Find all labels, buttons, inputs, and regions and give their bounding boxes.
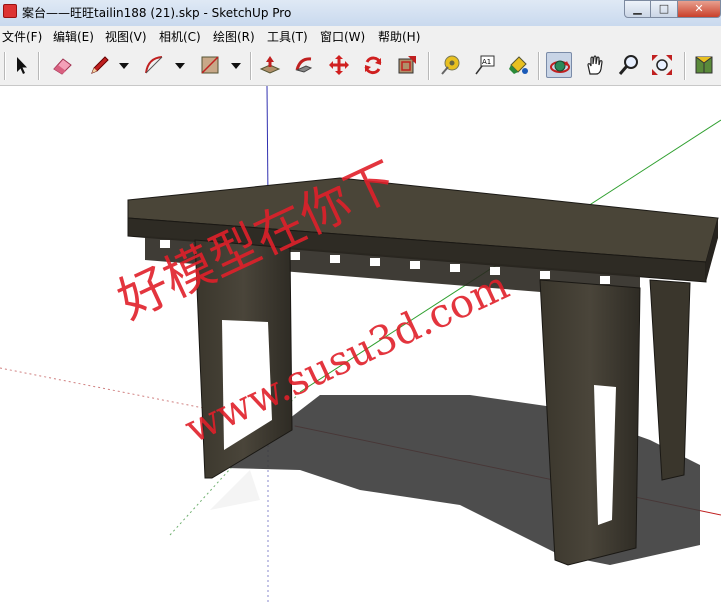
shadow-gap bbox=[210, 470, 260, 510]
menu-camera[interactable]: 相机(C) bbox=[159, 28, 201, 45]
window-title: 案台——旺旺tailin188 (21).skp - SketchUp Pro bbox=[22, 6, 292, 20]
pencil-tool[interactable] bbox=[86, 52, 112, 78]
eraser-icon bbox=[53, 58, 72, 75]
orbit-icon bbox=[550, 60, 570, 73]
paint-bucket-tool[interactable] bbox=[505, 52, 531, 78]
title-bar: 案台——旺旺tailin188 (21).skp - SketchUp Pro … bbox=[0, 0, 721, 26]
large-tool-set-toolbar: A1 bbox=[0, 44, 721, 86]
arc-icon bbox=[145, 56, 163, 74]
push-pull-icon bbox=[259, 56, 281, 74]
menu-window[interactable]: 窗口(W) bbox=[320, 28, 365, 45]
zoom-tool[interactable] bbox=[616, 52, 642, 78]
toolbar-separator bbox=[250, 52, 252, 80]
drawing-viewport[interactable]: 好模型在你下 www.susu3d.com bbox=[0, 86, 721, 604]
zoom-extents-tool[interactable] bbox=[649, 52, 675, 78]
menu-draw[interactable]: 绘图(R) bbox=[213, 28, 255, 45]
follow-me-icon bbox=[295, 57, 313, 73]
minimize-button[interactable]: ▁ bbox=[624, 0, 651, 18]
arrow-cursor-icon bbox=[17, 57, 27, 74]
blue-axis bbox=[266, 86, 269, 201]
toolbar-separator bbox=[428, 52, 430, 80]
paint-bucket-icon bbox=[509, 56, 528, 74]
magnifier-icon bbox=[618, 55, 638, 75]
toolbar-separator bbox=[538, 52, 540, 80]
maximize-button[interactable]: □ bbox=[650, 0, 678, 18]
offset-tool[interactable] bbox=[394, 52, 420, 78]
follow-me-tool[interactable] bbox=[292, 52, 318, 78]
close-button[interactable]: ✕ bbox=[677, 0, 721, 18]
tape-measure-tool[interactable] bbox=[437, 52, 463, 78]
text-tool[interactable]: A1 bbox=[471, 52, 497, 78]
menu-file[interactable]: 文件(F) bbox=[2, 28, 42, 45]
3d-warehouse-tool[interactable] bbox=[691, 52, 717, 78]
front-right-leg bbox=[539, 279, 641, 566]
sketchup-app-icon[interactable] bbox=[3, 4, 17, 18]
pencil-icon bbox=[91, 56, 109, 74]
toolbar-separator bbox=[684, 52, 686, 80]
orbit-tool[interactable] bbox=[546, 52, 572, 78]
pan-tool[interactable] bbox=[582, 52, 608, 78]
rotate-tool[interactable] bbox=[360, 52, 386, 78]
menu-bar: 文件(F) 编辑(E) 视图(V) 相机(C) 绘图(R) 工具(T) 窗口(W… bbox=[0, 26, 721, 44]
hand-icon bbox=[587, 55, 603, 75]
rectangle-tool[interactable] bbox=[197, 52, 223, 78]
pencil-dropdown-icon[interactable] bbox=[118, 61, 130, 71]
warehouse-icon bbox=[695, 56, 713, 74]
rotate-icon bbox=[364, 56, 382, 75]
eraser-tool[interactable] bbox=[49, 52, 75, 78]
arc-tool[interactable] bbox=[141, 52, 167, 78]
offset-icon bbox=[398, 56, 416, 74]
menu-help[interactable]: 帮助(H) bbox=[378, 28, 420, 45]
toolbar-grip bbox=[4, 52, 6, 80]
tape-measure-icon bbox=[441, 55, 460, 75]
move-arrows-icon bbox=[329, 55, 349, 75]
text-label-icon: A1 bbox=[475, 55, 495, 75]
toolbar-separator bbox=[38, 52, 40, 80]
menu-tools[interactable]: 工具(T) bbox=[267, 28, 308, 45]
move-tool[interactable] bbox=[326, 52, 352, 78]
menu-view[interactable]: 视图(V) bbox=[105, 28, 147, 45]
select-tool[interactable] bbox=[8, 52, 34, 78]
menu-edit[interactable]: 编辑(E) bbox=[53, 28, 94, 45]
arc-dropdown-icon[interactable] bbox=[174, 61, 186, 71]
text-tool-glyph: A1 bbox=[482, 58, 491, 66]
zoom-extents-icon bbox=[652, 55, 672, 75]
rectangle-dropdown-icon[interactable] bbox=[230, 61, 242, 71]
rectangle-icon bbox=[201, 56, 219, 74]
push-pull-tool[interactable] bbox=[257, 52, 283, 78]
